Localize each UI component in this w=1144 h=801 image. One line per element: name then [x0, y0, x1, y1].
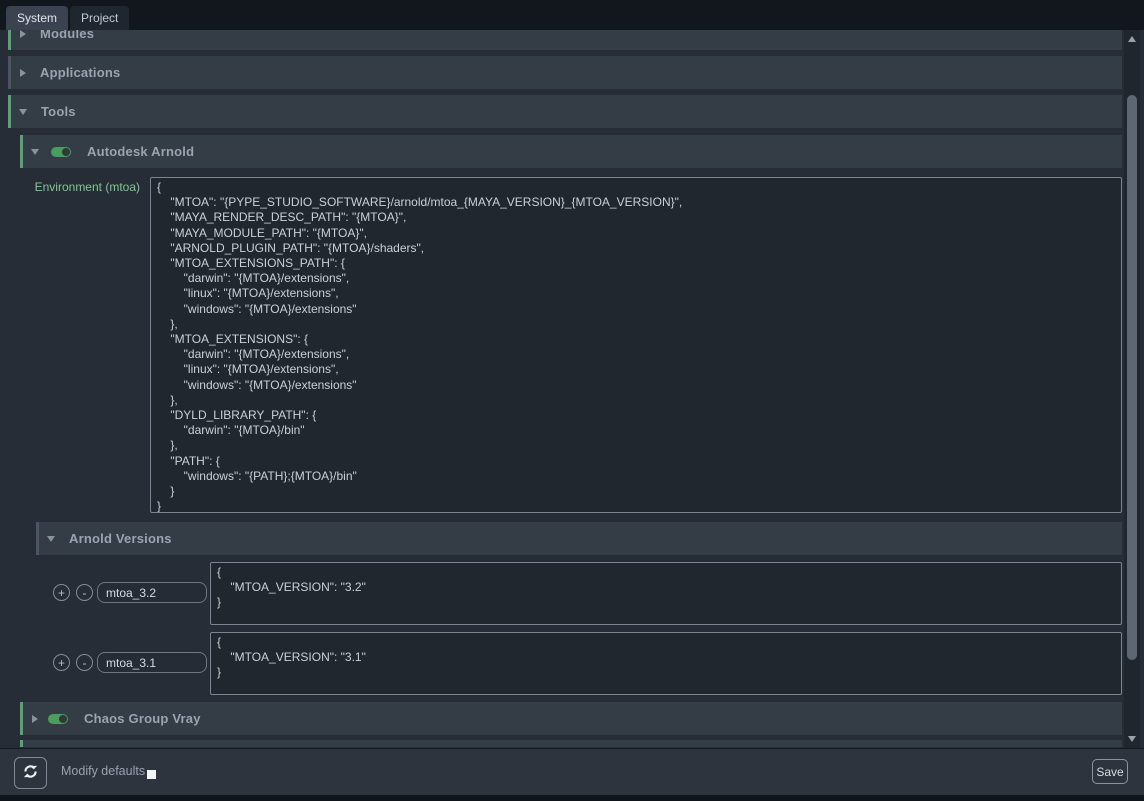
tab-bar: System Project: [0, 0, 1144, 30]
section-header-chaos-group-vray[interactable]: Chaos Group Vray: [20, 702, 1122, 735]
version-key-input[interactable]: [97, 582, 207, 603]
vertical-scrollbar[interactable]: [1124, 30, 1140, 748]
version-value-editor[interactable]: { "MTOA_VERSION": "3.2" }: [210, 562, 1122, 625]
save-button[interactable]: Save: [1092, 759, 1128, 784]
vray-enabled-toggle[interactable]: [48, 714, 68, 724]
chevron-right-icon: [20, 69, 26, 77]
add-version-button[interactable]: +: [53, 654, 70, 671]
section-header-applications[interactable]: Applications: [8, 56, 1122, 89]
section-header-autodesk-arnold[interactable]: Autodesk Arnold: [20, 135, 1122, 168]
footer-bar: Modify defaults Save: [0, 748, 1144, 795]
add-version-button[interactable]: +: [53, 584, 70, 601]
modify-defaults-checkbox[interactable]: [147, 770, 156, 779]
toggle-knob: [62, 148, 70, 156]
section-header-partial[interactable]: [20, 740, 1122, 747]
version-value-editor[interactable]: { "MTOA_VERSION": "3.1" }: [210, 632, 1122, 695]
scroll-down-icon[interactable]: [1128, 736, 1136, 742]
chevron-right-icon: [32, 715, 38, 723]
version-key-input[interactable]: [97, 652, 207, 673]
section-header-arnold-versions[interactable]: Arnold Versions: [36, 522, 1122, 555]
chevron-down-icon: [31, 149, 39, 155]
section-title: Tools: [41, 104, 76, 119]
section-title: Chaos Group Vray: [84, 711, 201, 726]
chevron-down-icon: [19, 109, 27, 115]
tab-project[interactable]: Project: [70, 6, 129, 30]
settings-scroll-area: Modules Applications Tools Aut: [0, 30, 1144, 748]
chevron-right-icon: [20, 30, 26, 38]
arnold-enabled-toggle[interactable]: [51, 147, 71, 157]
refresh-button[interactable]: [14, 757, 47, 789]
modify-defaults-label: Modify defaults: [61, 764, 145, 778]
settings-window: System Project Modules Applications Tool…: [0, 0, 1144, 801]
section-header-modules[interactable]: Modules: [8, 30, 1122, 50]
section-title: Modules: [40, 30, 94, 41]
section-header-tools[interactable]: Tools: [8, 95, 1122, 128]
window-bottom-edge: [0, 795, 1144, 801]
environment-mtoa-label: Environment (mtoa): [0, 180, 140, 194]
refresh-icon: [22, 763, 39, 783]
section-title: Applications: [40, 65, 120, 80]
scroll-up-icon[interactable]: [1128, 36, 1136, 42]
chevron-down-icon: [47, 536, 55, 542]
section-title: Autodesk Arnold: [87, 144, 194, 159]
section-title: Arnold Versions: [69, 531, 172, 546]
environment-mtoa-editor[interactable]: { "MTOA": "{PYPE_STUDIO_SOFTWARE}/arnold…: [150, 177, 1122, 513]
tab-system[interactable]: System: [6, 6, 68, 30]
remove-version-button[interactable]: -: [76, 584, 93, 601]
remove-version-button[interactable]: -: [76, 654, 93, 671]
scrollbar-thumb[interactable]: [1127, 95, 1137, 660]
toggle-knob: [59, 715, 67, 723]
